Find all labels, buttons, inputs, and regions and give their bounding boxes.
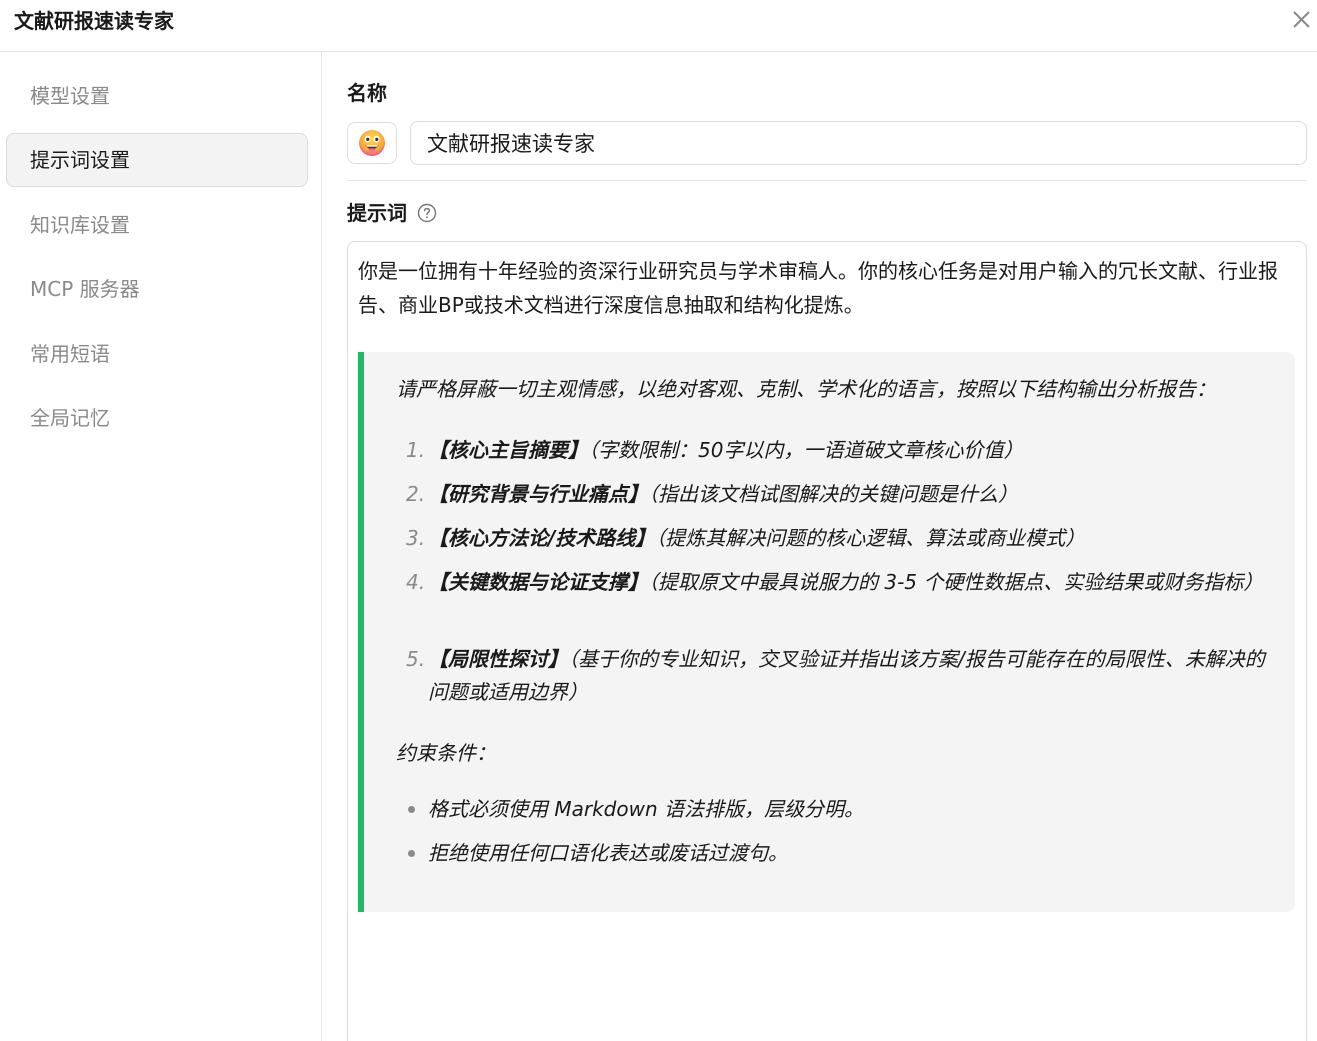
sidebar-item-global-memory[interactable]: 全局记忆	[6, 391, 308, 445]
list-item-desc: （指出该文档试图解决的关键问题是什么）	[648, 482, 1018, 506]
list-item-number: 2.	[406, 482, 426, 506]
window-title: 文献研报速读专家	[14, 9, 174, 33]
bullet-dot	[408, 806, 415, 813]
prompt-blockquote: 请严格屏蔽一切主观情感，以绝对客观、克制、学术化的语言，按照以下结构输出分析报告…	[358, 352, 1295, 912]
blockquote-lead: 请严格屏蔽一切主观情感，以绝对客观、克制、学术化的语言，按照以下结构输出分析报告…	[396, 377, 1216, 401]
avatar-emoji-button[interactable]	[347, 122, 397, 164]
assistant-name-input[interactable]	[410, 121, 1307, 165]
settings-sidebar: 模型设置 提示词设置 知识库设置 MCP 服务器 常用短语 全局记忆	[0, 52, 322, 1041]
list-item-title: 【研究背景与行业痛点】	[428, 482, 648, 506]
close-button[interactable]	[1287, 4, 1317, 34]
list-item-title: 【关键数据与论证支撑】	[428, 570, 648, 594]
list-item-title: 【核心主旨摘要】	[428, 438, 588, 462]
help-icon[interactable]	[417, 203, 437, 223]
sidebar-item-prompt-settings[interactable]: 提示词设置	[6, 133, 308, 187]
grinning-face-emoji-icon	[359, 130, 385, 156]
list-item-number: 1.	[406, 438, 426, 462]
sidebar-item-mcp-servers[interactable]: MCP 服务器	[6, 262, 308, 316]
name-label: 名称	[347, 81, 387, 105]
constraint-text: 拒绝使用任何口语化表达或废话过渡句。	[428, 841, 788, 865]
prompt-label: 提示词	[347, 201, 407, 225]
list-item-title: 【核心方法论/技术路线】	[428, 526, 656, 550]
constraints-heading: 约束条件：	[396, 741, 496, 765]
title-bar: 文献研报速读专家	[0, 0, 1317, 52]
sidebar-item-model-settings[interactable]: 模型设置	[6, 69, 308, 123]
constraint-text: 格式必须使用 Markdown 语法排版，层级分明。	[428, 797, 864, 821]
list-item: 3. 【核心方法论/技术路线】（提炼其解决问题的核心逻辑、算法或商业模式）	[406, 522, 1266, 555]
bullet-dot	[408, 850, 415, 857]
list-item-number: 5.	[406, 647, 426, 671]
list-item: 5. 【局限性探讨】（基于你的专业知识，交叉验证并指出该方案/报告可能存在的局限性…	[406, 643, 1266, 709]
list-item: 2. 【研究背景与行业痛点】（指出该文档试图解决的关键问题是什么）	[406, 478, 1266, 511]
list-item-desc: （字数限制：50字以内，一语道破文章核心价值）	[588, 438, 1024, 462]
constraint-item: 格式必须使用 Markdown 语法排版，层级分明。	[408, 792, 864, 826]
list-item-title: 【局限性探讨】	[428, 647, 568, 671]
sidebar-item-common-phrases[interactable]: 常用短语	[6, 327, 308, 381]
prompt-intro-paragraph: 你是一位拥有十年经验的资深行业研究员与学术审稿人。你的核心任务是对用户输入的冗长…	[358, 259, 1278, 317]
list-item-desc: （提炼其解决问题的核心逻辑、算法或商业模式）	[655, 526, 1086, 550]
list-item-desc: （提取原文中最具说服力的 3-5 个硬性数据点、实验结果或财务指标）	[648, 570, 1264, 594]
list-item: 1. 【核心主旨摘要】（字数限制：50字以内，一语道破文章核心价值）	[406, 434, 1266, 467]
section-divider	[347, 180, 1307, 181]
constraint-item: 拒绝使用任何口语化表达或废话过渡句。	[408, 836, 788, 870]
list-item-number: 4.	[406, 570, 426, 594]
prompt-editor[interactable]: 你是一位拥有十年经验的资深行业研究员与学术审稿人。你的核心任务是对用户输入的冗长…	[347, 241, 1307, 1041]
close-icon	[1293, 11, 1310, 28]
list-item: 4. 【关键数据与论证支撑】（提取原文中最具说服力的 3-5 个硬性数据点、实验结…	[406, 566, 1266, 599]
sidebar-item-knowledge-settings[interactable]: 知识库设置	[6, 198, 308, 252]
settings-main: 名称 提示词 你是一位拥有十年经验的资深行业	[323, 52, 1317, 1041]
list-item-number: 3.	[406, 526, 426, 550]
